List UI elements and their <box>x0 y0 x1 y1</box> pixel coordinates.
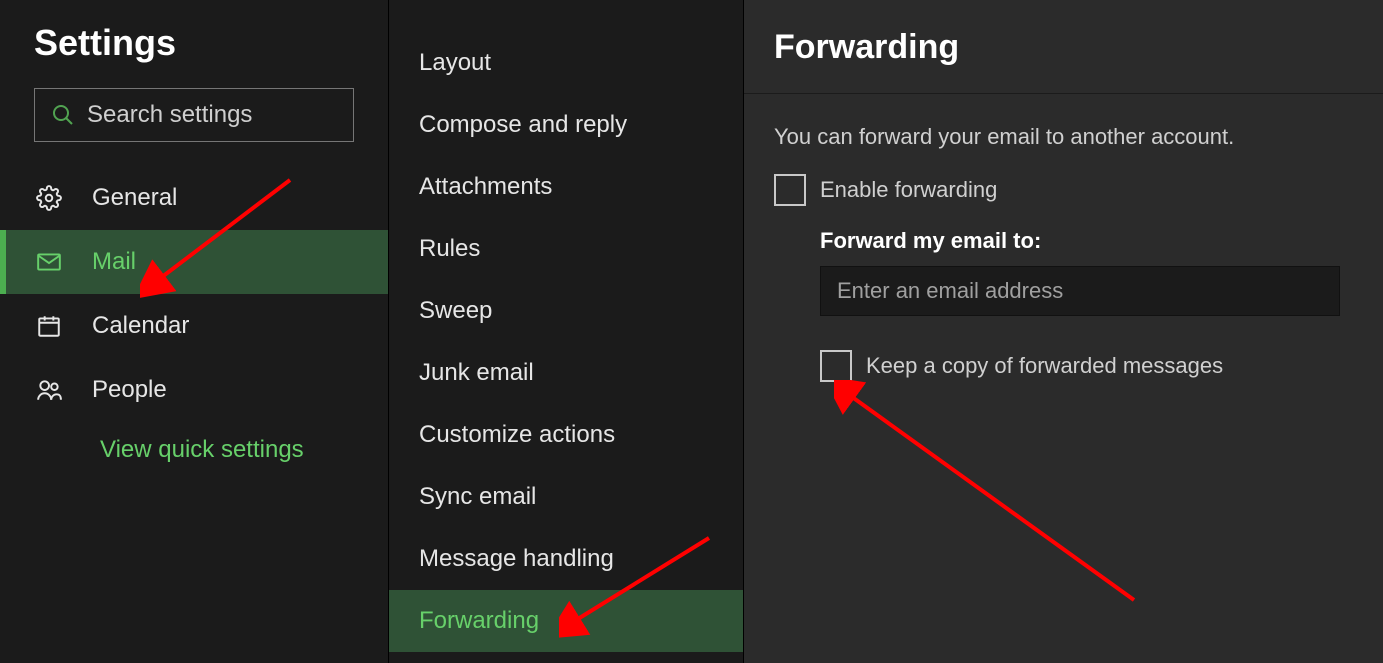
calendar-icon <box>34 311 64 341</box>
page-title: Forwarding <box>744 28 1383 94</box>
cat-label: Layout <box>419 49 491 77</box>
cat-layout[interactable]: Layout <box>389 32 743 94</box>
sidebar-item-people[interactable]: People <box>0 358 388 422</box>
gear-icon <box>34 183 64 213</box>
sidebar-item-calendar[interactable]: Calendar <box>0 294 388 358</box>
sidebar-item-label: General <box>92 184 177 212</box>
cat-compose-reply[interactable]: Compose and reply <box>389 94 743 156</box>
cat-label: Forwarding <box>419 607 539 635</box>
enable-forwarding-row: Enable forwarding <box>774 174 1353 206</box>
cat-sweep[interactable]: Sweep <box>389 280 743 342</box>
sidebar-item-label: Mail <box>92 248 136 276</box>
cat-label: Rules <box>419 235 480 263</box>
sidebar-item-general[interactable]: General <box>0 166 388 230</box>
cat-rules[interactable]: Rules <box>389 218 743 280</box>
cat-label: Customize actions <box>419 421 615 449</box>
cat-label: Junk email <box>419 359 534 387</box>
settings-sidebar: Settings General <box>0 0 389 663</box>
enable-forwarding-label: Enable forwarding <box>820 177 997 203</box>
search-settings-field[interactable] <box>34 88 354 142</box>
cat-customize-actions[interactable]: Customize actions <box>389 404 743 466</box>
cat-message-handling[interactable]: Message handling <box>389 528 743 590</box>
settings-category-list: General Mail <box>0 166 388 422</box>
forward-to-input[interactable] <box>820 266 1340 316</box>
view-quick-settings-link[interactable]: View quick settings <box>0 422 388 464</box>
cat-forwarding[interactable]: Forwarding <box>389 590 743 652</box>
settings-title: Settings <box>0 22 388 88</box>
mail-settings-subnav: Layout Compose and reply Attachments Rul… <box>389 0 744 663</box>
sidebar-item-label: People <box>92 376 167 404</box>
forward-to-label: Forward my email to: <box>820 228 1353 254</box>
cat-label: Attachments <box>419 173 552 201</box>
enable-forwarding-checkbox[interactable] <box>774 174 806 206</box>
people-icon <box>34 375 64 405</box>
cat-label: Sync email <box>419 483 536 511</box>
cat-junk-email[interactable]: Junk email <box>389 342 743 404</box>
forwarding-pane: Forwarding You can forward your email to… <box>744 0 1383 663</box>
forwarding-description: You can forward your email to another ac… <box>774 124 1353 150</box>
cat-label: Compose and reply <box>419 111 627 139</box>
sidebar-item-mail[interactable]: Mail <box>0 230 388 294</box>
cat-label: Message handling <box>419 545 614 573</box>
cat-attachments[interactable]: Attachments <box>389 156 743 218</box>
annotation-arrow-keepcopy <box>834 380 1144 610</box>
search-icon <box>51 103 75 127</box>
keep-copy-checkbox[interactable] <box>820 350 852 382</box>
mail-icon <box>34 247 64 277</box>
cat-label: Sweep <box>419 297 492 325</box>
search-input[interactable] <box>87 101 397 129</box>
keep-copy-label: Keep a copy of forwarded messages <box>866 353 1223 379</box>
sidebar-item-label: Calendar <box>92 312 189 340</box>
keep-copy-row: Keep a copy of forwarded messages <box>820 350 1353 382</box>
cat-sync-email[interactable]: Sync email <box>389 466 743 528</box>
